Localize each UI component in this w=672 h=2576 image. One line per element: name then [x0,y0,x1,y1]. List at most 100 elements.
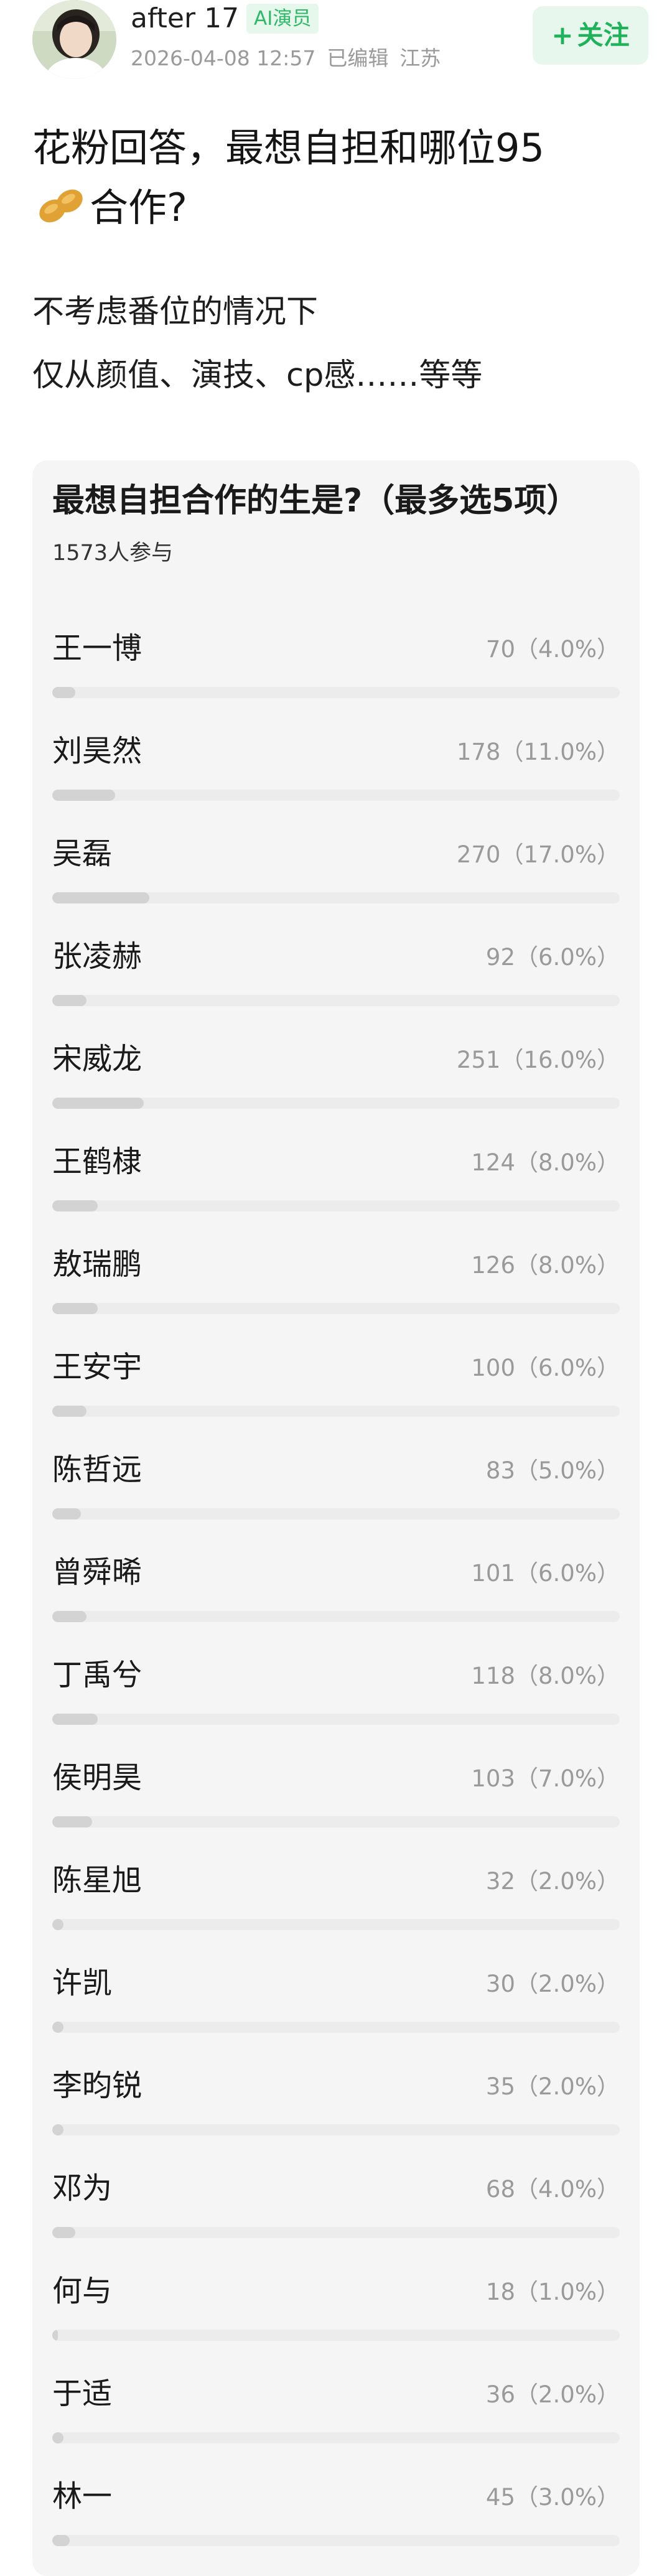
avatar-photo [32,0,116,79]
follow-label: 关注 [577,20,630,50]
follow-button[interactable]: + 关注 [533,6,648,65]
poll-option[interactable]: 林一 45（3.0%） [52,2476,620,2570]
poll-option-bar-fill [52,2432,63,2443]
post-title-line1: 花粉回答，最想自担和哪位95 [32,125,544,170]
poll-option-name: 何与 [52,2274,113,2308]
poll-option-bar-track [52,1611,620,1622]
poll-option-count: 92（6.0%） [485,944,620,971]
poll-option-bar-track [52,1816,620,1827]
poll-option-bar-track [52,2022,620,2033]
post-location: 江苏 [399,46,441,70]
avatar[interactable] [32,0,116,79]
poll-option[interactable]: 侯明昊 103（7.0%） [52,1758,620,1851]
poll-option[interactable]: 许凯 30（2.0%） [52,1963,620,2056]
poll-option-name: 刘昊然 [52,734,142,768]
edited-label: 已编辑 [327,46,389,70]
poll-option-name: 许凯 [52,1966,113,2000]
poll-option-count: 45（3.0%） [485,2484,620,2511]
poll-option-bar-fill [52,2227,75,2238]
post-header: after 17 AI演员 2026-04-08 12:57 已编辑 江苏 + 关注 [0,0,672,87]
post-body-line-2: 仅从颜值、演技、cp感……等等 [32,357,483,394]
poll-option[interactable]: 王一博 70（4.0%） [52,628,620,722]
poll-option-bar-fill [52,790,115,801]
poll-option-bar-track [52,1098,620,1109]
poll-option-bar-track [52,2535,620,2546]
poll-option-count: 68（4.0%） [485,2176,620,2203]
poll-option-bar-fill [52,1406,86,1417]
poll-option-name: 曾舜晞 [52,1555,142,1590]
poll-option-bar-track [52,687,620,698]
poll-option-count: 124（8.0%） [471,1149,620,1176]
poll-option[interactable]: 曾舜晞 101（6.0%） [52,1552,620,1646]
poll-option[interactable]: 何与 18（1.0%） [52,2271,620,2364]
poll-option-bar-track [52,2124,620,2135]
poll-option-count: 36（2.0%） [485,2381,620,2408]
poll-option-bar-fill [52,1508,81,1519]
poll-option-count: 126（8.0%） [471,1252,620,1279]
poll-option-bar-fill [52,1611,86,1622]
poll-option-bar-fill [52,1919,63,1930]
poll-option-name: 侯明昊 [52,1760,142,1795]
poll-option[interactable]: 陈哲远 83（5.0%） [52,1450,620,1543]
poll-option-bar-fill [52,2022,63,2033]
author-name[interactable]: after 17 [131,1,239,36]
poll-option[interactable]: 于适 36（2.0%） [52,2374,620,2467]
poll-option-name: 王鹤棣 [52,1144,142,1179]
poll-option[interactable]: 王安宇 100（6.0%） [52,1347,620,1440]
poll-option[interactable]: 宋威龙 251（16.0%） [52,1039,620,1132]
poll-option-bar-track [52,2432,620,2443]
poll-option-name: 丁禹兮 [52,1658,142,1692]
post-title-line2: 合作? [90,185,187,230]
post-title-line2-wrap: 合作? [32,178,642,238]
poll-option-count: 32（2.0%） [485,1868,620,1895]
poll-option-bar-fill [52,892,149,903]
poll-option-name: 陈哲远 [52,1452,142,1487]
poll-option-count: 70（4.0%） [485,636,620,663]
poll-option-name: 宋威龙 [52,1042,142,1076]
poll-option-count: 118（8.0%） [471,1663,620,1689]
poll-option[interactable]: 吴磊 270（17.0%） [52,834,620,927]
poll-option-bar-track [52,1200,620,1211]
poll-card: 最想自担合作的生是?（最多选5项） 1573人参与 王一博 70（4.0%） 刘昊然… [32,460,640,2576]
poll-option-count: 251（16.0%） [456,1047,620,1073]
poll-option-bar-track [52,1406,620,1417]
poll-option[interactable]: 李昀锐 35（2.0%） [52,2066,620,2159]
poll-option-name: 吴磊 [52,836,113,871]
poll-option-count: 101（6.0%） [471,1560,620,1587]
poll-option-count: 103（7.0%） [471,1765,620,1792]
post-title: 花粉回答，最想自担和哪位95 合作? [32,118,642,238]
poll-option[interactable]: 丁禹兮 118（8.0%） [52,1655,620,1748]
poll-option-name: 王一博 [52,631,142,666]
poll-option-name: 陈星旭 [52,1863,142,1898]
poll-option-bar-fill [52,687,75,698]
poll-option-bar-fill [52,1200,98,1211]
poll-option-name: 敖瑞鹏 [52,1247,142,1282]
poll-option-count: 30（2.0%） [485,1971,620,1997]
poll-option-name: 林一 [52,2479,113,2514]
poll-option[interactable]: 邓为 68（4.0%） [52,2168,620,2262]
poll-option-name: 张凌赫 [52,939,142,974]
poll-option[interactable]: 敖瑞鹏 126（8.0%） [52,1244,620,1338]
poll-option-bar-fill [52,1098,144,1109]
poll-option[interactable]: 王鹤棣 124（8.0%） [52,1142,620,1235]
author-badge: AI演员 [246,4,319,34]
poll-option-count: 100（6.0%） [471,1355,620,1381]
poll-option[interactable]: 陈星旭 32（2.0%） [52,1860,620,1954]
post-timestamp: 2026-04-08 12:57 [131,46,316,70]
poll-participants: 1573人参与 [52,541,174,566]
poll-option[interactable]: 刘昊然 178（11.0%） [52,731,620,824]
peanut-icon [39,189,83,223]
poll-option-bar-fill [52,2330,58,2341]
poll-option-count: 270（17.0%） [456,841,620,868]
poll-option-bar-track [52,1508,620,1519]
poll-option-bar-fill [52,1303,98,1314]
poll-option-bar-track [52,1303,620,1314]
poll-option-name: 于适 [52,2376,113,2411]
poll-option[interactable]: 张凌赫 92（6.0%） [52,936,620,1030]
poll-option-bar-fill [52,1714,98,1725]
poll-title: 最想自担合作的生是?（最多选5项） [52,482,579,520]
post-meta: 2026-04-08 12:57 已编辑 江苏 [131,45,452,72]
poll-option-name: 李昀锐 [52,2068,142,2103]
poll-option-count: 18（1.0%） [485,2279,620,2305]
poll-option-bar-track [52,1919,620,1930]
